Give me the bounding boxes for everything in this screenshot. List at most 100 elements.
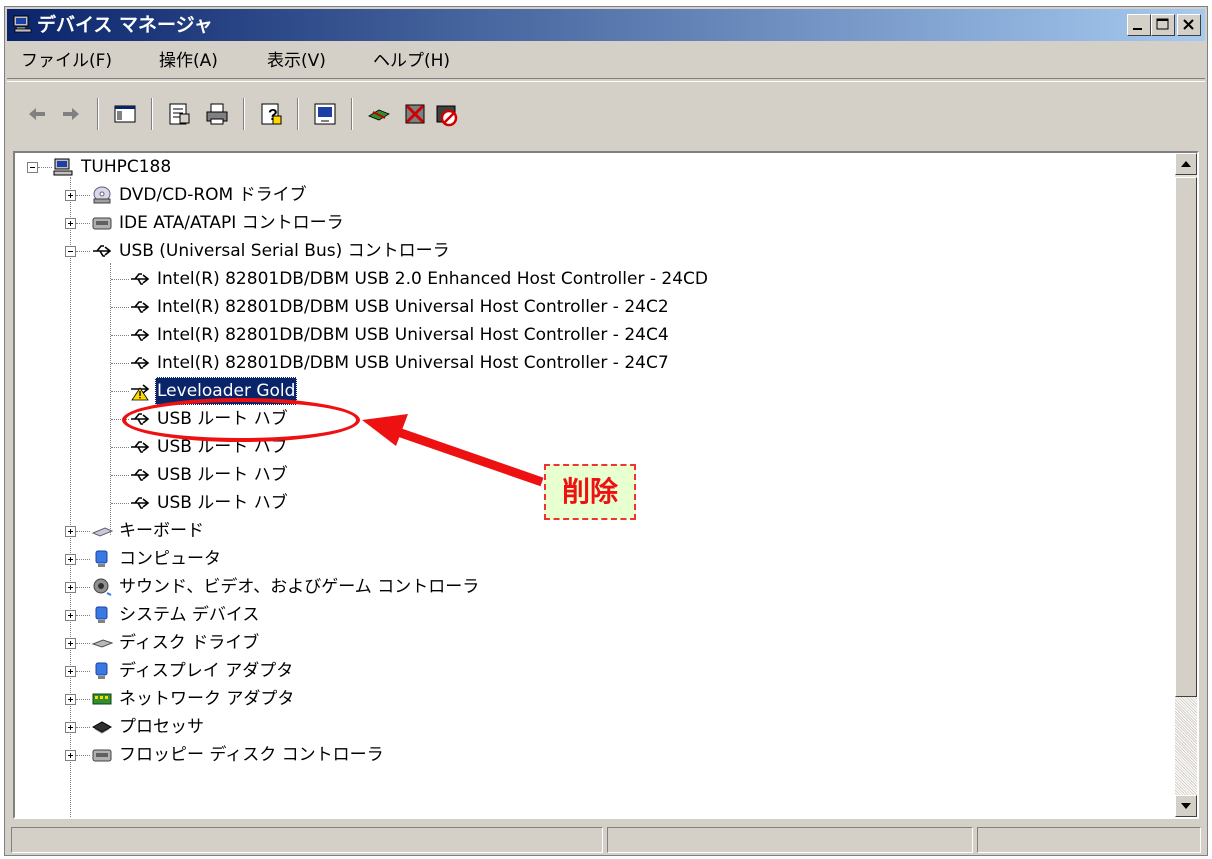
tree-item-label: USB (Universal Serial Bus) コントローラ xyxy=(119,241,450,261)
tree-item-label: システム デバイス xyxy=(119,605,260,625)
menu-file[interactable]: ファイル(F) xyxy=(17,49,116,73)
toolbar-separator xyxy=(97,98,99,130)
uninstall-icon[interactable] xyxy=(401,100,429,128)
close-icon xyxy=(1183,19,1194,30)
menu-action[interactable]: 操作(A) xyxy=(155,49,222,73)
tree-line xyxy=(76,195,90,196)
usb-icon xyxy=(131,329,150,341)
keyboard-icon xyxy=(91,527,113,537)
expand-toggle[interactable] xyxy=(65,666,76,677)
expand-toggle[interactable] xyxy=(65,218,76,229)
tree-line xyxy=(111,279,129,280)
arrow-down-icon xyxy=(1181,803,1191,809)
tree-line xyxy=(76,671,90,672)
toolbar: ? xyxy=(7,81,1205,145)
tree-item-label: DVD/CD-ROM ドライブ xyxy=(119,185,307,205)
usb-icon xyxy=(131,301,150,313)
title-bar[interactable]: デバイス マネージャ xyxy=(7,9,1205,41)
toolbar-separator xyxy=(243,98,245,130)
tree-line xyxy=(111,503,129,504)
tree-item-label: IDE ATA/ATAPI コントローラ xyxy=(119,213,344,233)
update-driver-icon[interactable] xyxy=(365,100,393,128)
maximize-button[interactable] xyxy=(1151,14,1175,36)
collapse-toggle[interactable] xyxy=(65,246,76,257)
scroll-thumb[interactable] xyxy=(1175,177,1197,697)
scan-hardware-icon[interactable] xyxy=(311,100,339,128)
usb-icon xyxy=(131,497,150,509)
properties-icon[interactable] xyxy=(165,100,193,128)
print-icon[interactable] xyxy=(203,100,231,128)
device-manager-icon xyxy=(13,15,32,33)
display-adapter-icon xyxy=(95,662,108,679)
tree-line xyxy=(76,727,90,728)
show-hide-console-tree-icon[interactable] xyxy=(111,100,139,128)
vertical-scrollbar[interactable] xyxy=(1175,153,1197,817)
expand-toggle[interactable] xyxy=(65,190,76,201)
scroll-track[interactable] xyxy=(1175,697,1197,795)
status-pane xyxy=(977,827,1201,853)
tree-line xyxy=(110,263,111,535)
tree-line xyxy=(111,475,129,476)
tree-item-label: Intel(R) 82801DB/DBM USB Universal Host … xyxy=(157,325,669,345)
expand-toggle[interactable] xyxy=(65,694,76,705)
tree-item-label: ディスク ドライブ xyxy=(119,633,260,653)
menu-help[interactable]: ヘルプ(H) xyxy=(369,49,454,73)
tree-line xyxy=(70,177,71,817)
tree-line xyxy=(76,699,90,700)
tree-line xyxy=(76,587,90,588)
expand-toggle[interactable] xyxy=(65,750,76,761)
expand-toggle[interactable] xyxy=(65,722,76,733)
expand-toggle[interactable] xyxy=(65,526,76,537)
tree-item-label: サウンド、ビデオ、およびゲーム コントローラ xyxy=(119,577,480,597)
annotation-label: 削除 xyxy=(544,464,636,520)
expand-toggle[interactable] xyxy=(65,582,76,593)
help-icon[interactable]: ? xyxy=(257,100,285,128)
tree-item-label: プロセッサ xyxy=(119,717,204,737)
tree-line xyxy=(76,223,90,224)
tree-line xyxy=(111,447,129,448)
system-device-icon xyxy=(95,606,108,623)
toolbar-separator xyxy=(351,98,353,130)
expand-toggle[interactable] xyxy=(65,610,76,621)
menu-view[interactable]: 表示(V) xyxy=(263,49,330,73)
expand-toggle[interactable] xyxy=(65,554,76,565)
dvd-drive-icon xyxy=(93,186,111,204)
tree-line xyxy=(76,643,90,644)
speaker-icon xyxy=(93,578,112,596)
ide-controller-icon xyxy=(92,217,112,230)
tree-item-label: USB ルート ハブ xyxy=(157,465,288,485)
tree-item-label: コンピュータ xyxy=(119,549,221,569)
tree-line xyxy=(111,307,129,308)
forward-arrow-icon[interactable] xyxy=(57,100,85,128)
tree-line xyxy=(76,559,90,560)
tree-item-label: キーボード xyxy=(119,521,204,541)
scroll-down-button[interactable] xyxy=(1175,795,1197,817)
menu-bar: ファイル(F) 操作(A) 表示(V) ヘルプ(H) xyxy=(7,43,1205,79)
tree-item-label: USB ルート ハブ xyxy=(157,493,288,513)
close-button[interactable] xyxy=(1177,14,1201,36)
toolbar-separator xyxy=(151,98,153,130)
tree-item-label: TUHPC188 xyxy=(81,157,172,177)
usb-icon xyxy=(131,469,150,481)
tree-line xyxy=(76,531,90,532)
computer-icon xyxy=(53,158,73,176)
tree-line xyxy=(76,755,90,756)
scroll-up-button[interactable] xyxy=(1175,153,1197,175)
tree-item-label: Intel(R) 82801DB/DBM USB Universal Host … xyxy=(157,353,669,373)
usb-icon xyxy=(93,245,112,257)
collapse-toggle[interactable] xyxy=(27,162,38,173)
tree-item-label: フロッピー ディスク コントローラ xyxy=(119,745,384,765)
processor-icon xyxy=(91,721,113,734)
tree-item-label: Intel(R) 82801DB/DBM USB Universal Host … xyxy=(157,297,669,317)
computer-icon xyxy=(95,550,108,567)
tree-item-label: ディスプレイ アダプタ xyxy=(119,661,294,681)
tree-line xyxy=(76,251,90,252)
arrow-up-icon xyxy=(1181,161,1191,167)
expand-toggle[interactable] xyxy=(65,638,76,649)
status-pane xyxy=(607,827,973,853)
disable-icon[interactable] xyxy=(433,100,461,128)
tree-line xyxy=(38,167,52,168)
back-arrow-icon[interactable] xyxy=(23,100,51,128)
network-adapter-icon xyxy=(92,693,112,705)
minimize-button[interactable] xyxy=(1127,14,1151,36)
